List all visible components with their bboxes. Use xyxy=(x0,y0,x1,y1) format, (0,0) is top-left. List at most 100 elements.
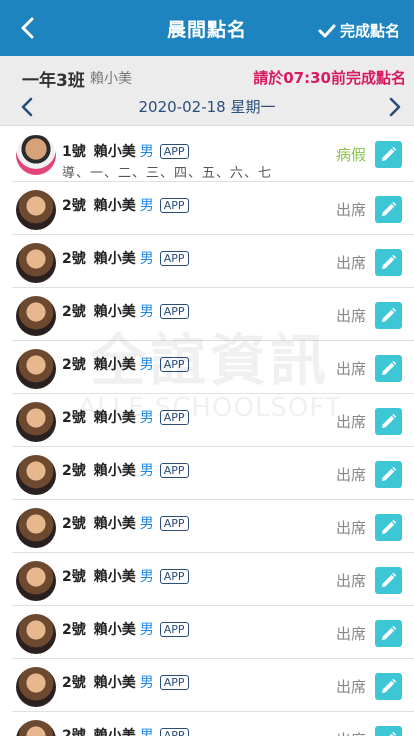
seat-number: 2號 xyxy=(62,728,86,736)
edit-button[interactable] xyxy=(375,726,402,736)
student-row[interactable]: 2號 賴小美 男 APP 出席 xyxy=(12,659,414,712)
app-badge: APP xyxy=(159,409,189,425)
seat-number: 2號 xyxy=(62,569,86,585)
attendance-status: 出席 xyxy=(335,254,366,272)
student-info: 2號 賴小美 男 APP xyxy=(62,672,189,692)
attendance-status: 出席 xyxy=(335,307,366,325)
app-badge: APP xyxy=(159,303,189,319)
attendance-status: 出席 xyxy=(336,729,366,736)
pencil-icon xyxy=(382,201,397,216)
avatar xyxy=(16,190,56,230)
student-row[interactable]: 2號 賴小美 男 APP 出席 xyxy=(12,447,414,500)
attendance-status: 出席 xyxy=(335,625,366,643)
app-badge: APP xyxy=(159,727,189,736)
app-badge: APP xyxy=(159,250,189,266)
edit-button[interactable] xyxy=(375,514,402,541)
app-badge: APP xyxy=(159,462,189,478)
gender-label: 男 xyxy=(139,198,154,214)
edit-button[interactable] xyxy=(375,196,402,223)
student-row[interactable]: 2號 賴小美 男 APP 出席 xyxy=(12,341,414,394)
avatar xyxy=(16,296,56,336)
edit-button[interactable] xyxy=(375,620,402,647)
student-info: 2號 賴小美 男 APP xyxy=(62,248,189,268)
attendance-status: 出席 xyxy=(335,201,366,219)
attendance-status: 出席 xyxy=(335,519,366,537)
edit-button[interactable] xyxy=(375,355,402,382)
gender-label: 男 xyxy=(139,569,154,585)
gender-label: 男 xyxy=(139,516,154,532)
pencil-icon xyxy=(382,307,397,322)
gender-label: 男 xyxy=(139,410,154,426)
avatar xyxy=(16,455,56,495)
attendance-status: 出席 xyxy=(335,413,366,431)
avatar xyxy=(16,349,56,389)
seat-number: 2號 xyxy=(62,410,86,426)
student-row[interactable]: 2號 賴小美 男 APP 出席 xyxy=(12,288,414,341)
gender-label: 男 xyxy=(139,304,154,320)
avatar xyxy=(16,667,56,707)
attendance-status: 出席 xyxy=(335,572,366,590)
current-date: 2020-02-18 星期一 xyxy=(138,98,276,116)
edit-button[interactable] xyxy=(375,673,402,700)
student-row[interactable]: 2號 賴小美 男 APP 出席 xyxy=(12,606,414,659)
complete-rollcall-button[interactable]: 完成點名 xyxy=(318,20,400,41)
seat-number: 2號 xyxy=(62,463,86,479)
seat-number: 2號 xyxy=(62,675,86,691)
pencil-icon xyxy=(382,625,397,640)
app-header: 晨間點名 完成點名 xyxy=(0,0,414,56)
student-name: 賴小美 xyxy=(93,198,136,214)
student-info: 2號 賴小美 男 APP xyxy=(62,619,189,639)
seat-number: 2號 xyxy=(62,304,86,320)
gender-label: 男 xyxy=(139,357,154,373)
edit-button[interactable] xyxy=(375,567,402,594)
edit-button[interactable] xyxy=(375,141,402,168)
edit-button[interactable] xyxy=(375,408,402,435)
student-row[interactable]: 2號 賴小美 男 APP 出席 xyxy=(12,235,414,288)
seat-number: 2號 xyxy=(62,251,86,267)
student-name: 賴小美 xyxy=(93,304,136,320)
student-list: 1號 賴小美 男 APP 導、一、二、三、四、五、六、七 病假 2號 賴小美 男… xyxy=(0,127,414,736)
student-row[interactable]: 1號 賴小美 男 APP 導、一、二、三、四、五、六、七 病假 xyxy=(12,127,414,182)
avatar xyxy=(16,720,56,736)
app-badge: APP xyxy=(159,515,189,531)
student-name: 賴小美 xyxy=(93,675,136,691)
attendance-status: 出席 xyxy=(335,678,366,696)
class-name: 一年3班 xyxy=(22,71,85,91)
deadline-notice: 請於07:30前完成點名 xyxy=(253,69,406,87)
pencil-icon xyxy=(382,572,397,587)
seat-number: 2號 xyxy=(62,516,86,532)
check-icon xyxy=(318,24,336,37)
student-info: 2號 賴小美 男 APP xyxy=(62,354,189,374)
seat-number: 2號 xyxy=(62,198,86,214)
pencil-icon xyxy=(382,254,397,269)
class-info-bar: 一年3班 賴小美 請於07:30前完成點名 2020-02-18 星期一 xyxy=(0,56,414,126)
gender-label: 男 xyxy=(139,144,154,160)
complete-rollcall-label: 完成點名 xyxy=(339,22,400,40)
avatar xyxy=(16,243,56,283)
student-name: 賴小美 xyxy=(93,251,136,267)
student-name: 賴小美 xyxy=(93,357,136,373)
next-date-icon[interactable] xyxy=(386,96,404,118)
avatar xyxy=(16,561,56,601)
student-row[interactable]: 2號 賴小美 男 APP 出席 xyxy=(12,394,414,447)
student-info: 2號 賴小美 男 APP xyxy=(62,301,189,321)
gender-label: 男 xyxy=(139,463,154,479)
student-row[interactable]: 2號 賴小美 男 APP 出席 xyxy=(12,712,414,736)
student-row[interactable]: 2號 賴小美 男 APP 出席 xyxy=(12,553,414,606)
gender-label: 男 xyxy=(139,622,154,638)
edit-button[interactable] xyxy=(375,249,402,276)
student-info: 2號 賴小美 男 APP xyxy=(62,407,189,427)
student-info: 2號 賴小美 男 APP xyxy=(62,195,189,215)
pencil-icon xyxy=(382,360,397,375)
student-row[interactable]: 2號 賴小美 男 APP 出席 xyxy=(12,500,414,553)
attendance-status: 病假 xyxy=(335,146,366,164)
avatar xyxy=(16,508,56,548)
pencil-icon xyxy=(382,146,397,161)
pencil-icon xyxy=(382,519,397,534)
student-info: 1號 賴小美 男 APP xyxy=(62,141,189,161)
app-badge: APP xyxy=(159,356,189,372)
edit-button[interactable] xyxy=(375,302,402,329)
student-row[interactable]: 2號 賴小美 男 APP 出席 xyxy=(12,182,414,235)
edit-button[interactable] xyxy=(375,461,402,488)
gender-label: 男 xyxy=(139,251,154,267)
